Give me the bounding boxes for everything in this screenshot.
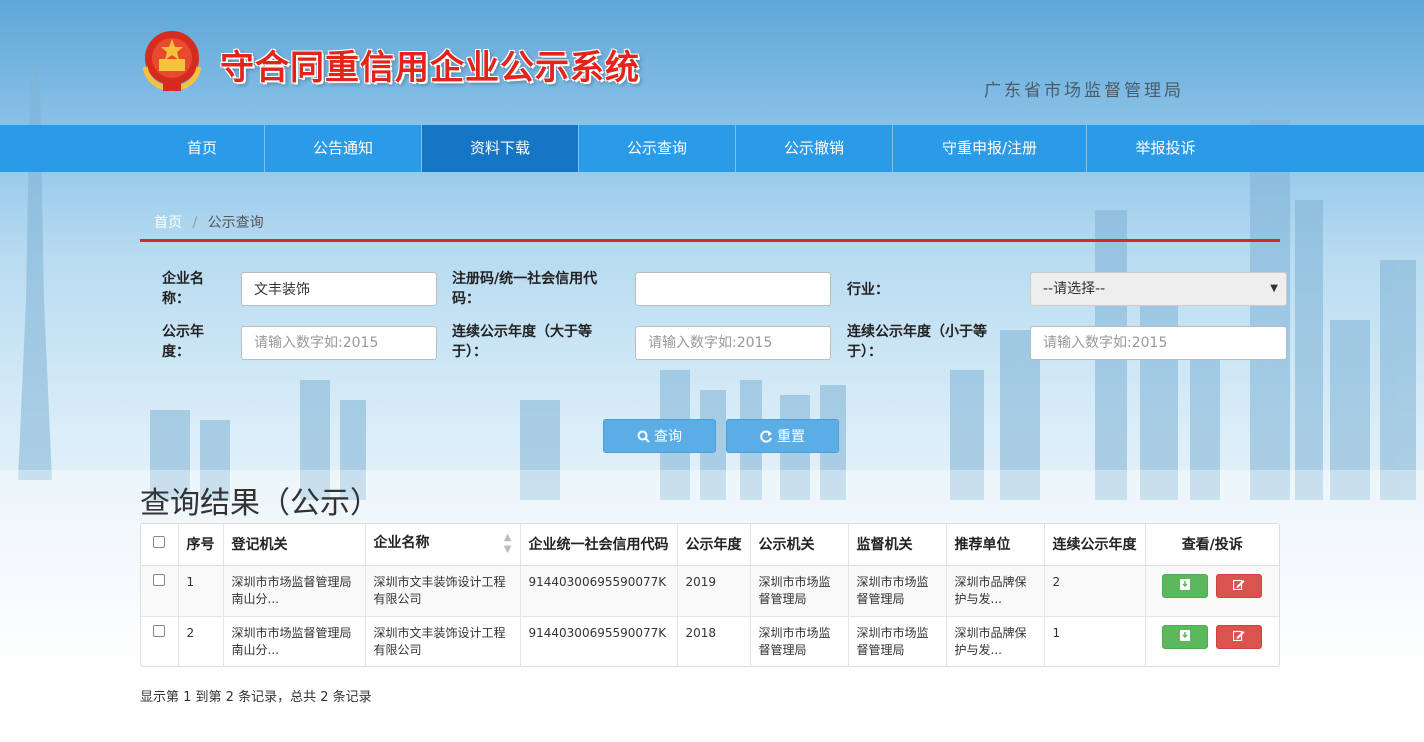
nav-item-home[interactable]: 首页 [140, 125, 265, 172]
site-title: 守合同重信用企业公示系统 [220, 48, 640, 88]
year-label: 公示年度： [162, 324, 204, 360]
cell-cont-year: 1 [1044, 616, 1146, 667]
reg-code-input[interactable] [635, 272, 831, 306]
download-icon [1180, 578, 1191, 590]
col-header-sup-org: 监督机关 [848, 524, 947, 566]
cell-no: 1 [178, 565, 224, 617]
complaint-button[interactable] [1216, 624, 1263, 649]
year-input[interactable] [241, 326, 437, 360]
col-header-rec-org: 推荐单位 [946, 524, 1045, 566]
refresh-icon [760, 430, 772, 442]
reg-code-label: 注册码/统一社会信用代码： [452, 271, 598, 307]
cell-sup-org: 深圳市市场监督管理局 [848, 616, 947, 667]
breadcrumb-current: 公示查询 [207, 215, 264, 231]
select-all-header [141, 524, 179, 566]
industry-selected-value: --请选择-- [1043, 281, 1106, 297]
nav-item-notices[interactable]: 公告通知 [265, 125, 422, 172]
sort-icon[interactable]: ▲ ▼ [504, 532, 512, 556]
query-button[interactable]: 查询 [603, 419, 716, 453]
site-subtitle: 广东省市场监督管理局 [984, 81, 1184, 101]
col-header-year: 公示年度 [677, 524, 751, 566]
cell-pub-org: 深圳市市场监督管理局 [750, 565, 849, 617]
results-title: 查询结果（公示） [140, 486, 380, 521]
cell-code: 91440300695590077K [520, 565, 678, 617]
row-checkbox[interactable] [153, 573, 166, 586]
nav-item-revoke[interactable]: 公示撤销 [736, 125, 893, 172]
edit-icon [1233, 579, 1245, 590]
cell-no: 2 [178, 616, 224, 667]
col-header-actions: 查看/投诉 [1145, 524, 1279, 566]
results-table: 序号 登记机关 企业名称 ▲ ▼ 企业统一社会信用代码 公示年度 公示机关 监督机关… [140, 523, 1280, 667]
view-button[interactable] [1162, 573, 1209, 598]
cell-company: 深圳市文丰装饰设计工程有限公司 [365, 565, 521, 617]
col-header-company-label: 企业名称 [373, 535, 430, 552]
col-header-pub-org: 公示机关 [750, 524, 849, 566]
industry-select[interactable]: --请选择-- ▼ [1030, 272, 1287, 306]
cont-year-gte-input[interactable] [635, 326, 831, 360]
cell-rec-org: 深圳市品牌保护与发... [946, 565, 1045, 617]
cell-actions [1145, 565, 1279, 617]
table-header-row: 序号 登记机关 企业名称 ▲ ▼ 企业统一社会信用代码 公示年度 公示机关 监督机关… [141, 524, 1279, 566]
pagination-summary: 显示第 1 到第 2 条记录，总共 2 条记录 [140, 690, 372, 705]
cell-actions [1145, 616, 1279, 667]
industry-label: 行业： [847, 282, 889, 298]
chevron-down-icon: ▼ [1270, 283, 1278, 294]
nav-item-public-query[interactable]: 公示查询 [579, 125, 736, 172]
site-header: 守合同重信用企业公示系统 广东省市场监督管理局 [0, 0, 1424, 125]
cont-year-lte-label: 连续公示年度（小于等于）： [847, 324, 987, 360]
select-all-checkbox[interactable] [153, 536, 166, 549]
main-nav: 首页 公告通知 资料下载 公示查询 公示撤销 守重申报/注册 举报投诉 [0, 125, 1424, 172]
row-checkbox[interactable] [153, 624, 166, 637]
nav-item-apply-register[interactable]: 守重申报/注册 [893, 125, 1087, 172]
col-header-reg-org: 登记机关 [223, 524, 366, 566]
reset-button-label: 重置 [777, 429, 805, 445]
table-row: 1 深圳市市场监督管理局南山分... 深圳市文丰装饰设计工程有限公司 91440… [141, 565, 1279, 617]
company-name-input[interactable] [241, 272, 437, 306]
reset-button[interactable]: 重置 [726, 419, 839, 453]
table-row: 2 深圳市市场监督管理局南山分... 深圳市文丰装饰设计工程有限公司 91440… [141, 616, 1279, 667]
cont-year-gte-label: 连续公示年度（大于等于）： [452, 324, 592, 360]
breadcrumb-separator: / [192, 215, 198, 231]
view-button[interactable] [1162, 624, 1209, 649]
company-name-label: 企业名称： [162, 271, 204, 307]
row-select-cell [141, 565, 179, 617]
national-emblem-icon [142, 31, 202, 92]
cell-code: 91440300695590077K [520, 616, 678, 667]
query-button-label: 查询 [654, 429, 682, 445]
complaint-button[interactable] [1216, 573, 1263, 598]
col-header-cont-year: 连续公示年度 [1044, 524, 1146, 566]
cell-pub-org: 深圳市市场监督管理局 [750, 616, 849, 667]
cell-company: 深圳市文丰装饰设计工程有限公司 [365, 616, 521, 667]
breadcrumb: 首页 / 公示查询 [140, 200, 1280, 242]
cell-cont-year: 2 [1044, 565, 1146, 617]
col-header-company[interactable]: 企业名称 ▲ ▼ [365, 524, 521, 566]
download-icon [1180, 629, 1191, 641]
cell-sup-org: 深圳市市场监督管理局 [848, 565, 947, 617]
row-select-cell [141, 616, 179, 667]
edit-icon [1233, 630, 1245, 641]
nav-item-report[interactable]: 举报投诉 [1087, 125, 1244, 172]
cont-year-lte-input[interactable] [1030, 326, 1287, 360]
nav-item-downloads[interactable]: 资料下载 [422, 125, 579, 172]
search-icon [637, 430, 650, 443]
cell-year: 2018 [677, 616, 751, 667]
cell-rec-org: 深圳市品牌保护与发... [946, 616, 1045, 667]
cell-reg-org: 深圳市市场监督管理局南山分... [223, 616, 366, 667]
breadcrumb-home[interactable]: 首页 [154, 215, 182, 231]
col-header-code: 企业统一社会信用代码 [520, 524, 678, 566]
cell-year: 2019 [677, 565, 751, 617]
cell-reg-org: 深圳市市场监督管理局南山分... [223, 565, 366, 617]
col-header-no: 序号 [178, 524, 224, 566]
